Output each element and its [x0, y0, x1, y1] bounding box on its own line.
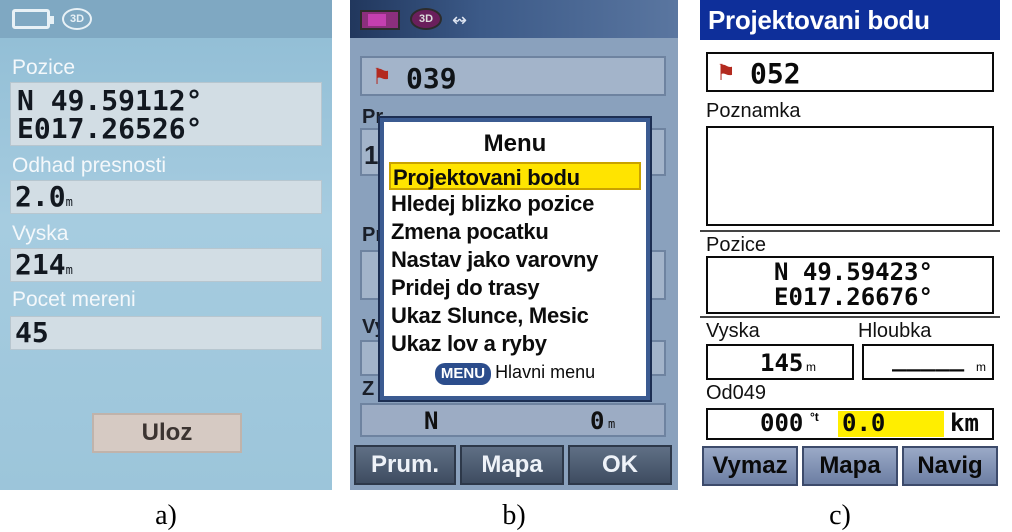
vyska-unit: m [806, 360, 816, 374]
waypoint-field[interactable]: ⚑ 052 [706, 52, 994, 92]
hloubka-unit: m [976, 360, 986, 374]
presnost-label: Odhad presnosti [12, 154, 167, 177]
softkey-mapa[interactable]: Mapa [460, 445, 564, 485]
menu-item-nastav-jako-varovny[interactable]: Nastav jako varovny [389, 246, 641, 274]
menu-item-zmena-pocatku[interactable]: Zmena pocatku [389, 218, 641, 246]
divider [700, 230, 1000, 232]
od-label: Od049 [706, 382, 767, 404]
softkey-mapa[interactable]: Mapa [802, 446, 898, 486]
pozice-field: N 49.59112° E017.26526° [10, 82, 322, 146]
latitude-value: N 49.59423° [774, 258, 933, 286]
bearing-value: 000 [760, 409, 804, 437]
pozice-field[interactable]: N 49.59423° E017.26676° [706, 256, 994, 314]
vyska-label: Vyska [12, 222, 69, 245]
bearing-unit: °t [810, 410, 819, 424]
presnost-field: 2.0m [10, 180, 322, 214]
pozice-label: Pozice [706, 234, 767, 256]
presnost-unit: m [65, 195, 73, 209]
menu-item-pridej-do-trasy[interactable]: Pridej do trasy [389, 274, 641, 302]
longitude-value: E017.26676° [774, 283, 933, 311]
distance-value: 0.0 [842, 409, 886, 437]
bearing-value: N [424, 407, 439, 435]
panel-a-screen: 3D Pozice N 49.59112° E017.26526° Odhad … [0, 0, 332, 490]
battery-icon [12, 9, 54, 29]
waypoint-flag-icon: ⚑ [372, 64, 392, 89]
ghost-value-v1: 1 [364, 140, 379, 170]
menu-item-ukaz-slunce-mesic[interactable]: Ukaz Slunce, Mesic [389, 302, 641, 330]
mereni-label: Pocet mereni [12, 288, 136, 311]
softkey-vymaz[interactable]: Vymaz [702, 446, 798, 486]
hloubka-label: Hloubka [858, 320, 932, 342]
mereni-field: 45 [10, 316, 322, 350]
menu-key-icon: MENU [434, 363, 492, 385]
menu-item-ukaz-lov-a-ryby[interactable]: Ukaz lov a ryby [389, 330, 641, 358]
bearing-distance-row: N 0 m [360, 403, 666, 437]
menu-footer[interactable]: MENU Hlavni menu [384, 362, 646, 385]
vyska-unit: m [65, 263, 73, 277]
vyska-value: 145 [760, 349, 804, 377]
menu-item-projektovani-bodu[interactable]: Projektovani bodu [389, 162, 641, 190]
gps-3d-icon: 3D [410, 8, 442, 30]
hloubka-field: _____ m [862, 344, 994, 380]
latitude-value: N 49.59112° [17, 84, 203, 117]
waypoint-number: 052 [750, 57, 801, 90]
vyska-field: 214m [10, 248, 322, 282]
caption-b: b) [502, 500, 526, 531]
vyska-label: Vyska [706, 320, 760, 342]
vyska-value: 214 [15, 248, 66, 281]
longitude-value: E017.26526° [17, 112, 203, 145]
waypoint-number: 039 [406, 62, 457, 95]
divider [700, 316, 1000, 318]
menu-title: Menu [483, 130, 547, 157]
distance-unit: km [950, 409, 979, 437]
ghost-label-z1: Z [362, 378, 375, 400]
status-bar: 3D ↭ [350, 0, 678, 38]
mereni-value: 45 [15, 316, 49, 349]
save-button[interactable]: Uloz [92, 413, 242, 453]
battery-icon [360, 10, 400, 30]
hloubka-value: _____ [892, 344, 965, 372]
gps-3d-icon: 3D [62, 8, 92, 30]
signal-icon: ↭ [452, 10, 468, 30]
options-menu: Menu Projektovani bodu Hledej blizko poz… [380, 118, 650, 400]
panel-b-screen: 3D ↭ ⚑ 039 Pr 1 Pr Vy Z N 0 m Menu Proje… [350, 0, 678, 490]
poznamka-label: Poznamka [706, 100, 801, 122]
presnost-value: 2.0 [15, 180, 66, 213]
page-title: Projektovani bodu [700, 0, 1000, 40]
poznamka-field[interactable] [706, 126, 994, 226]
distance-unit: m [608, 417, 616, 431]
softkey-ok[interactable]: OK [568, 445, 672, 485]
vyska-field: 145 m [706, 344, 854, 380]
softkey-navig[interactable]: Navig [902, 446, 998, 486]
waypoint-flag-icon: ⚑ [716, 60, 736, 85]
menu-item-hledej-blizko-pozice[interactable]: Hledej blizko pozice [389, 190, 641, 218]
panel-c-screen: Projektovani bodu ⚑ 052 Poznamka Pozice … [700, 0, 1000, 490]
pozice-label: Pozice [12, 56, 76, 79]
status-bar: 3D [0, 0, 332, 38]
caption-a: a) [155, 500, 177, 531]
waypoint-field[interactable]: ⚑ 039 [360, 56, 666, 96]
distance-value: 0 [590, 407, 605, 435]
caption-c: c) [829, 500, 851, 531]
menu-footer-label: Hlavni menu [495, 362, 596, 382]
softkey-prum[interactable]: Prum. [354, 445, 456, 485]
